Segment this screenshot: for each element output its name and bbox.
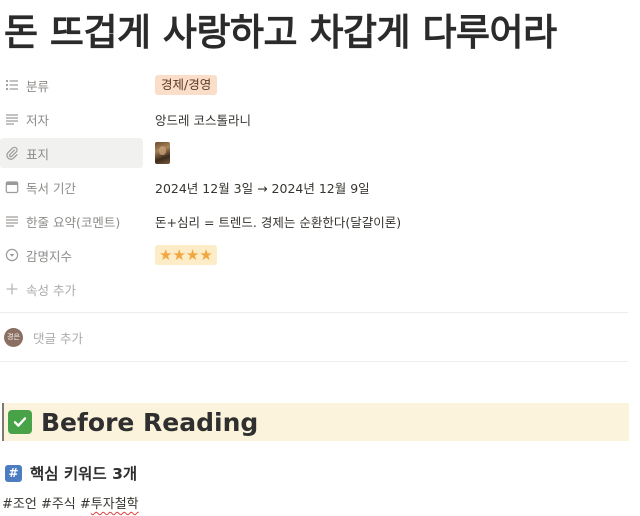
rating-stars: ★★★★ bbox=[159, 246, 213, 264]
property-row-summary: 한줄 요약(코멘트) 돈+심리 = 트렌드. 경제는 순환한다(달걀이론) bbox=[0, 204, 640, 238]
property-label: 독서 기간 bbox=[26, 180, 76, 196]
property-key-category[interactable]: 분류 bbox=[0, 70, 143, 100]
divider bbox=[0, 361, 628, 362]
callout-title: Before Reading bbox=[41, 407, 259, 437]
keyword-heading[interactable]: # 핵심 키워드 3개 bbox=[5, 462, 137, 484]
property-row-category: 분류 경제/경영 bbox=[0, 68, 640, 102]
property-label: 저자 bbox=[26, 112, 50, 128]
property-key-summary[interactable]: 한줄 요약(코멘트) bbox=[0, 206, 143, 236]
callout-block[interactable]: Before Reading bbox=[2, 403, 629, 441]
comment-row[interactable]: 경은 댓글 추가 bbox=[4, 325, 83, 349]
book-cover-thumbnail[interactable] bbox=[155, 142, 170, 164]
property-key-cover[interactable]: 표지 bbox=[0, 138, 143, 168]
text-lines-icon bbox=[5, 214, 19, 228]
plus-icon bbox=[5, 282, 19, 296]
callout-left-border bbox=[2, 403, 4, 441]
properties-panel: 분류 경제/경영 저자 앙드레 코스톨라니 표지 독서 기간 2024년 12월… bbox=[0, 68, 640, 306]
paperclip-icon bbox=[5, 146, 19, 160]
property-row-author: 저자 앙드레 코스톨라니 bbox=[0, 102, 640, 136]
page-title[interactable]: 돈 뜨겁게 사랑하고 차갑게 다루어라 bbox=[4, 2, 557, 56]
calendar-icon bbox=[5, 180, 19, 194]
property-value-author[interactable]: 앙드레 코스톨라니 bbox=[155, 104, 251, 134]
property-value-reading-period[interactable]: 2024년 12월 3일 → 2024년 12월 9일 bbox=[155, 172, 370, 202]
property-label: 한줄 요약(코멘트) bbox=[26, 214, 121, 230]
property-label: 분류 bbox=[26, 78, 50, 94]
select-circle-icon bbox=[5, 248, 19, 262]
keyword-tags-text: #조언 #주식 # bbox=[2, 497, 91, 512]
add-property-label: 속성 추가 bbox=[26, 282, 76, 298]
property-row-add: 속성 추가 bbox=[0, 272, 640, 306]
divider bbox=[0, 312, 628, 313]
property-row-reading-period: 독서 기간 2024년 12월 3일 → 2024년 12월 9일 bbox=[0, 170, 640, 204]
property-key-author[interactable]: 저자 bbox=[0, 104, 143, 134]
avatar: 경은 bbox=[4, 327, 23, 347]
keyword-title: 핵심 키워드 3개 bbox=[30, 465, 138, 483]
category-tag: 경제/경영 bbox=[155, 75, 218, 95]
comment-input[interactable]: 댓글 추가 bbox=[33, 328, 83, 347]
add-property-button[interactable]: 속성 추가 bbox=[0, 274, 143, 304]
hash-icon: # bbox=[5, 464, 22, 482]
property-key-rating[interactable]: 감명지수 bbox=[0, 240, 143, 270]
property-value-summary[interactable]: 돈+심리 = 트렌드. 경제는 순환한다(달걀이론) bbox=[155, 206, 401, 236]
check-mark-icon[interactable] bbox=[8, 410, 32, 434]
keyword-tag-spellcheck: 투자철학 bbox=[90, 497, 139, 512]
text-lines-icon bbox=[5, 112, 19, 126]
rating-tag: ★★★★ bbox=[155, 245, 217, 265]
property-label: 감명지수 bbox=[26, 248, 73, 264]
property-value-cover[interactable] bbox=[155, 138, 170, 168]
property-row-cover: 표지 bbox=[0, 136, 640, 170]
keyword-tags[interactable]: #조언 #주식 #투자철학 bbox=[2, 493, 139, 512]
property-key-reading-period[interactable]: 독서 기간 bbox=[0, 172, 143, 202]
property-value-rating[interactable]: ★★★★ bbox=[155, 240, 217, 270]
property-label: 표지 bbox=[26, 146, 50, 162]
property-value-category[interactable]: 경제/경영 bbox=[155, 70, 218, 100]
property-row-rating: 감명지수 ★★★★ bbox=[0, 238, 640, 272]
list-icon bbox=[5, 78, 19, 92]
